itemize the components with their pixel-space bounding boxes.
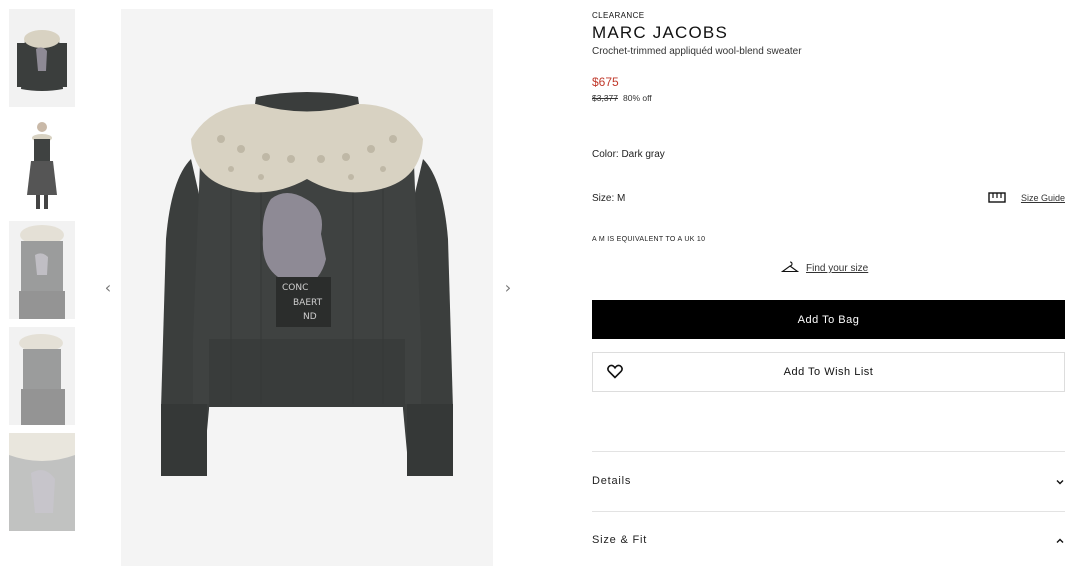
thumbnail-2[interactable] <box>9 115 75 213</box>
details-accordion-header[interactable]: Details <box>592 475 631 487</box>
size-equivalence-note: A M IS EQUIVALENT TO A UK 10 <box>592 236 706 243</box>
thumbnail-model-closeup-image <box>9 221 75 319</box>
thumbnail-model-side-image <box>9 327 75 425</box>
sale-price: $675 <box>592 75 619 89</box>
thumbnail-model-image <box>9 115 75 213</box>
clearance-badge: CLEARANCE <box>592 11 645 20</box>
svg-text:CONC: CONC <box>282 283 308 293</box>
chevron-up-icon[interactable] <box>1055 537 1065 545</box>
size-fit-accordion-header[interactable]: Size & Fit <box>592 534 647 546</box>
ruler-icon <box>988 192 1006 203</box>
thumbnail-4[interactable] <box>9 327 75 425</box>
divider <box>592 511 1065 512</box>
chevron-down-icon[interactable] <box>1055 478 1065 486</box>
size-guide-link[interactable]: Size Guide <box>1021 193 1065 203</box>
original-price: $3,377 <box>592 93 618 103</box>
find-your-size-link[interactable]: Find your size <box>806 263 868 274</box>
original-price-row: $3,377 80% off <box>592 93 652 103</box>
thumbnail-3[interactable] <box>9 221 75 319</box>
thumbnail-sweater-image <box>9 9 75 107</box>
brand-name[interactable]: MARC JACOBS <box>592 23 728 43</box>
svg-text:BAERT: BAERT <box>293 298 323 308</box>
divider <box>592 451 1065 452</box>
sweater-image: CONC BAERT ND <box>121 9 493 566</box>
heart-icon <box>607 364 623 379</box>
thumbnail-strip <box>9 9 75 539</box>
main-product-image: CONC BAERT ND <box>121 9 493 566</box>
discount-text: 80% off <box>623 93 652 103</box>
hanger-icon <box>781 261 799 273</box>
thumbnail-1[interactable] <box>9 9 75 107</box>
thumbnail-5[interactable] <box>9 433 75 531</box>
svg-text:ND: ND <box>303 312 317 322</box>
add-to-bag-button[interactable]: Add To Bag <box>592 300 1065 339</box>
add-to-wishlist-button[interactable]: Add To Wish List <box>592 352 1065 392</box>
add-to-wishlist-label: Add To Wish List <box>783 366 874 378</box>
next-image-arrow[interactable]: › <box>500 280 516 296</box>
color-selector[interactable]: Color: Dark gray <box>592 149 665 160</box>
thumbnail-detail-image <box>9 433 75 531</box>
previous-image-arrow[interactable]: ‹ <box>100 280 116 296</box>
size-selector[interactable]: Size: M <box>592 193 625 204</box>
product-description: Crochet-trimmed appliquéd wool-blend swe… <box>592 46 802 57</box>
